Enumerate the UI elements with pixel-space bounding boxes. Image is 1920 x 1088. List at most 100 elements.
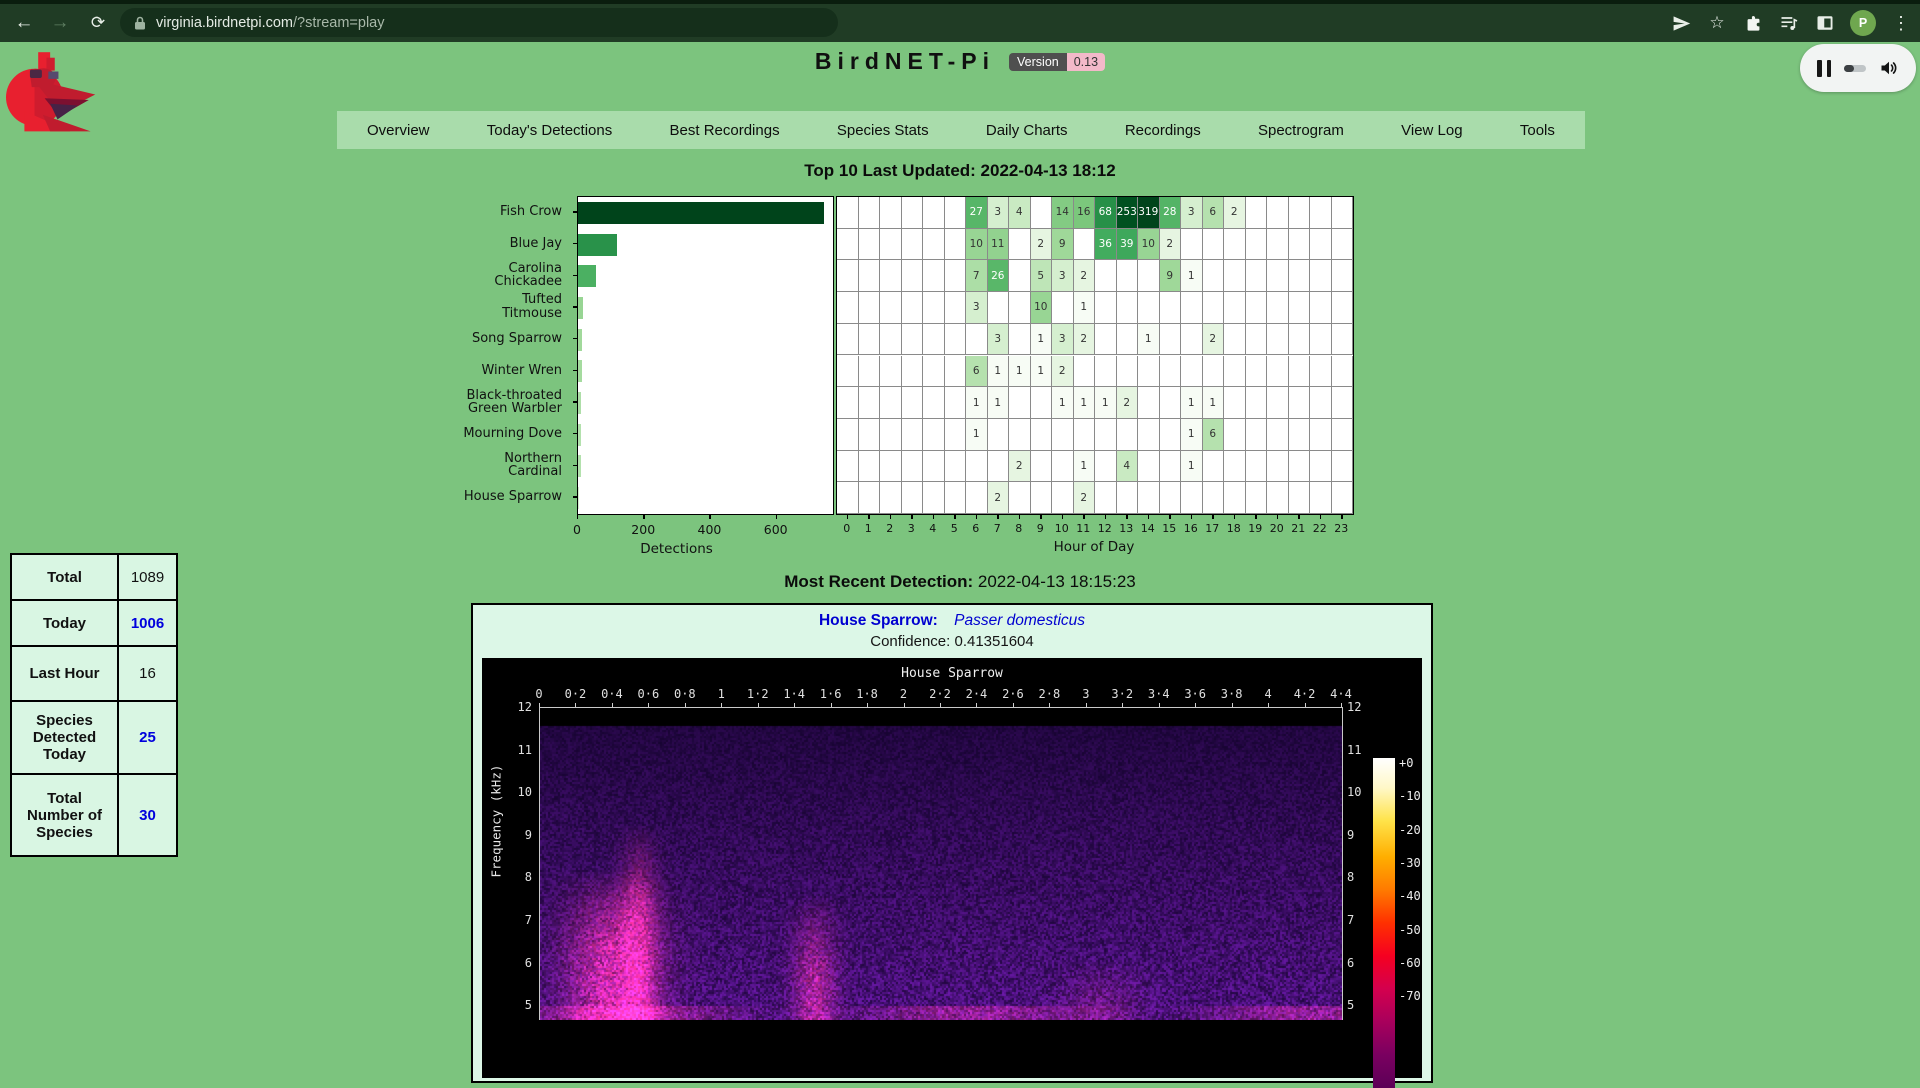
heatmap-cell: 2: [988, 482, 1010, 514]
heatmap-cell: [945, 482, 967, 514]
species-common-name-link[interactable]: House Sparrow:: [819, 612, 938, 629]
heatmap-cell: 1: [1074, 451, 1096, 483]
heatmap-cell: [1031, 482, 1053, 514]
heatmap-cell: [1310, 324, 1332, 356]
spectrogram-time-tickmark: [1086, 703, 1087, 707]
volume-icon[interactable]: [1879, 58, 1899, 78]
heatmap-cell: [1246, 260, 1268, 292]
share-icon[interactable]: [1670, 12, 1692, 34]
heatmap-cell: [902, 260, 924, 292]
heatmap-cell: [1289, 356, 1311, 388]
nav-item-best-recordings[interactable]: Best Recordings: [670, 122, 780, 139]
seek-slider[interactable]: [1844, 65, 1866, 72]
nav-item-tools[interactable]: Tools: [1520, 122, 1555, 139]
stats-value-link[interactable]: 1006: [118, 600, 177, 646]
extensions-icon[interactable]: [1742, 12, 1764, 34]
spectrogram-time-tickmark: [1268, 703, 1269, 707]
hour-axis-tick-label: 0: [843, 522, 850, 535]
heatmap-cell: [1203, 482, 1225, 514]
species-label: Winter Wren: [462, 355, 562, 387]
heatmap-cell: [880, 260, 902, 292]
spectrogram-time-tick: 2·8: [1039, 687, 1061, 701]
spectrogram-time-tick: 0·2: [565, 687, 587, 701]
stats-value-link[interactable]: 25: [118, 701, 177, 774]
heatmap-cell: [923, 451, 945, 483]
bar-axis-tick-label: 400: [698, 522, 722, 537]
stats-value-link[interactable]: 30: [118, 774, 177, 856]
heatmap-cell: [1267, 260, 1289, 292]
spectrogram-time-tick: 2·6: [1002, 687, 1024, 701]
heatmap-cell: 2: [1052, 356, 1074, 388]
heatmap-cell: [902, 356, 924, 388]
heatmap-cell: [1289, 229, 1311, 261]
browser-forward-button[interactable]: →: [46, 4, 74, 42]
birdnetpi-page: { "browser": { "url_host": "virginia.bir…: [0, 0, 1920, 1017]
heatmap-cell: 2: [1224, 197, 1246, 229]
heatmap-cell: [1117, 482, 1139, 514]
heatmap-cell: [1009, 324, 1031, 356]
heatmap-cell: [1332, 260, 1354, 292]
heatmap-cell: 1: [1181, 419, 1203, 451]
heatmap-cell: [1160, 292, 1182, 324]
heatmap-cell: [966, 451, 988, 483]
spectrogram-freq-tick-right: 5: [1347, 998, 1354, 1012]
heatmap-cell: [1138, 356, 1160, 388]
spectrogram-freq-tick-right: 12: [1347, 700, 1361, 714]
spectrogram-freq-tick-right: 6: [1347, 956, 1354, 970]
spectrogram-time-tick: 3·8: [1221, 687, 1243, 701]
nav-item-view-log[interactable]: View Log: [1401, 122, 1462, 139]
stats-row: Species Detected Today25: [11, 701, 177, 774]
heatmap-cell: [1332, 197, 1354, 229]
browser-reload-button[interactable]: ⟳: [84, 4, 112, 42]
heatmap-cell: [1160, 482, 1182, 514]
heatmap-cell: [859, 387, 881, 419]
heatmap-cell: 10: [966, 229, 988, 261]
heatmap-cell: [880, 324, 902, 356]
heatmap-cell: 2: [1031, 229, 1053, 261]
heatmap-cell: [880, 419, 902, 451]
heatmap-cell: [859, 260, 881, 292]
colorbar-tick-label: -60: [1399, 956, 1421, 970]
heatmap-cell: [859, 324, 881, 356]
heatmap-cell: [837, 387, 859, 419]
spectrogram-time-tick: 4·4: [1330, 687, 1352, 701]
species-tick: [573, 275, 577, 276]
heatmap-cell: [1138, 260, 1160, 292]
heatmap-cell: 1: [1074, 292, 1096, 324]
heatmap-cell: [1160, 387, 1182, 419]
heatmap-cell: [1117, 324, 1139, 356]
nav-item-daily-charts[interactable]: Daily Charts: [986, 122, 1068, 139]
nav-item-spectrogram[interactable]: Spectrogram: [1258, 122, 1344, 139]
pause-button[interactable]: [1817, 60, 1831, 77]
profile-avatar[interactable]: P: [1850, 10, 1876, 36]
heatmap-cell: [1332, 292, 1354, 324]
heatmap-cell: 1: [1181, 260, 1203, 292]
side-panel-icon[interactable]: [1814, 12, 1836, 34]
address-bar[interactable]: virginia.birdnetpi.com/?stream=play: [120, 8, 838, 37]
stats-row: Total Number of Species30: [11, 774, 177, 856]
species-label: Black-throated Green Warbler: [462, 386, 562, 418]
species-scientific-name-link[interactable]: Passer domesticus: [954, 612, 1085, 629]
hour-axis-tick: [1212, 515, 1213, 519]
nav-item-overview[interactable]: Overview: [367, 122, 430, 139]
heatmap-cell: 14: [1052, 197, 1074, 229]
browser-menu-icon[interactable]: ⋮: [1890, 12, 1912, 34]
bookmark-star-icon[interactable]: ☆: [1706, 12, 1728, 34]
nav-item-today-s-detections[interactable]: Today's Detections: [487, 122, 612, 139]
spectrogram-plot: [539, 707, 1343, 1020]
version-label: Version: [1009, 53, 1067, 71]
media-controls-icon[interactable]: [1778, 12, 1800, 34]
detections-bar: [578, 455, 581, 477]
spectrogram-freq-tick-right: 8: [1347, 870, 1354, 884]
heatmap-cell: [1052, 451, 1074, 483]
spectrogram-time-tickmark: [648, 703, 649, 707]
spectrogram-time-tickmark: [831, 703, 832, 707]
nav-item-species-stats[interactable]: Species Stats: [837, 122, 929, 139]
browser-back-button[interactable]: ←: [10, 4, 38, 42]
heatmap-cell: [1181, 356, 1203, 388]
nav-item-recordings[interactable]: Recordings: [1125, 122, 1201, 139]
heatmap-cell: [1009, 260, 1031, 292]
heatmap-cell: 1: [1074, 387, 1096, 419]
heatmap-cell: [1074, 356, 1096, 388]
heatmap-cell: [837, 451, 859, 483]
